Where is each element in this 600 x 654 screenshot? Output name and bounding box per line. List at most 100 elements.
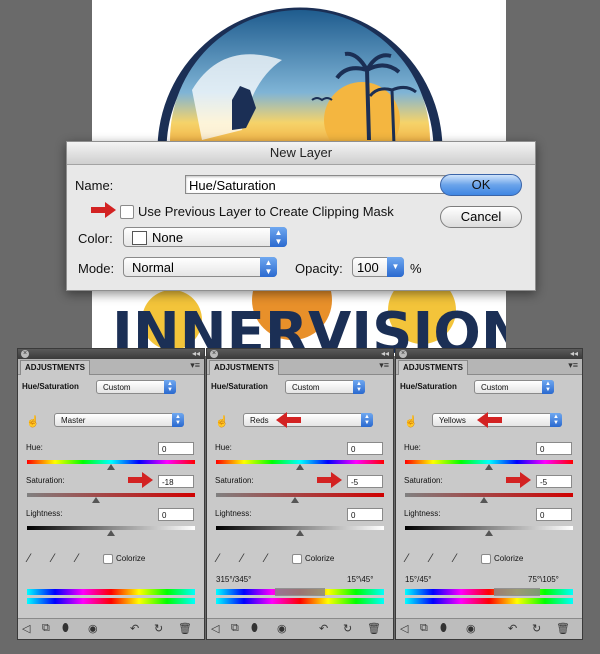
panel-footer: ◁ ⧉ ⬮ ◉ ↶ ↻ 🗑 [396,618,582,639]
lightness-label: Lightness: [26,509,63,518]
reset-icon[interactable]: ↻ [154,622,163,635]
lightness-input[interactable]: 0 [347,508,383,521]
preset-dropdown[interactable]: Custom ▲ ▼ [474,380,554,394]
hue-slider-thumb[interactable] [296,464,304,470]
eyedropper-minus-icon[interactable]: ⁄ [454,551,456,565]
panel-tabbar: ADJUSTMENTS ▾≡ [207,359,393,375]
colorize-checkbox[interactable] [481,554,491,564]
clip-icon[interactable]: ⬮ [62,622,69,635]
eyedropper-minus-icon[interactable]: ⁄ [76,551,78,565]
hue-slider-thumb[interactable] [485,464,493,470]
range-slider[interactable] [494,588,540,596]
visibility-eye-icon[interactable]: ◉ [277,622,287,635]
hue-input[interactable]: 0 [347,442,383,455]
saturation-slider-thumb[interactable] [92,497,100,503]
adjustments-panel-reds: × ◂◂ ADJUSTMENTS ▾≡ Hue/Saturation Custo… [206,348,394,640]
saturation-slider-track[interactable] [216,493,384,497]
view-icon[interactable]: ⧉ [42,622,50,635]
hue-label: Hue: [26,443,43,452]
colorize-checkbox[interactable] [292,554,302,564]
hue-label: Hue: [215,443,232,452]
targeted-adjustment-icon[interactable]: ☝ [26,415,40,428]
panel-menu-icon[interactable]: ▾≡ [379,360,389,371]
back-arrow-icon[interactable]: ◁ [22,622,30,635]
saturation-slider-track[interactable] [405,493,573,497]
clip-icon[interactable]: ⬮ [440,622,447,635]
close-icon[interactable]: × [21,350,29,358]
red-arrow-icon [317,472,342,488]
saturation-input[interactable]: -5 [347,475,383,488]
opacity-arrow-icon[interactable]: ▼ [387,257,404,277]
previous-state-icon[interactable]: ↶ [319,622,328,635]
back-arrow-icon[interactable]: ◁ [400,622,408,635]
channel-dropdown[interactable]: Reds ▲ ▼ [243,413,373,427]
lightness-label: Lightness: [215,509,252,518]
eyedropper-icon[interactable]: ⁄ [28,551,30,565]
range-right-label: 15°\45° [347,575,374,584]
preset-dropdown[interactable]: Custom ▲ ▼ [96,380,176,394]
saturation-slider-track[interactable] [27,493,195,497]
previous-state-icon[interactable]: ↶ [130,622,139,635]
dialog-title: New Layer [67,142,535,165]
opacity-field[interactable]: 100 ▼ [352,257,404,277]
color-swatch [132,231,147,245]
ok-button[interactable]: OK [440,174,522,196]
targeted-adjustment-icon[interactable]: ☝ [404,415,418,428]
preset-dropdown[interactable]: Custom ▲ ▼ [285,380,365,394]
targeted-adjustment-icon[interactable]: ☝ [215,415,229,428]
saturation-input[interactable]: -18 [158,475,194,488]
close-icon[interactable]: × [399,350,407,358]
tab-adjustments[interactable]: ADJUSTMENTS [20,360,91,375]
hue-input[interactable]: 0 [536,442,572,455]
visibility-eye-icon[interactable]: ◉ [88,622,98,635]
opacity-unit: % [410,261,422,276]
opacity-value: 100 [357,260,379,275]
eyedropper-plus-icon[interactable]: ⁄ [241,551,243,565]
tab-adjustments[interactable]: ADJUSTMENTS [398,360,469,375]
hue-slider-thumb[interactable] [107,464,115,470]
lightness-slider-thumb[interactable] [296,530,304,536]
lightness-slider-thumb[interactable] [107,530,115,536]
saturation-slider-thumb[interactable] [291,497,299,503]
trash-icon[interactable]: 🗑 [367,622,381,635]
collapse-icon[interactable]: ◂◂ [192,349,200,359]
eyedropper-icon[interactable]: ⁄ [406,551,408,565]
hue-input[interactable]: 0 [158,442,194,455]
reset-icon[interactable]: ↻ [343,622,352,635]
red-arrow-icon [506,472,531,488]
color-dropdown[interactable]: None ▲ ▼ [123,227,287,247]
mode-dropdown[interactable]: Normal ▲ ▼ [123,257,277,277]
dropdown-arrows-icon: ▲ ▼ [550,413,562,427]
close-icon[interactable]: × [210,350,218,358]
panel-menu-icon[interactable]: ▾≡ [568,360,578,371]
saturation-slider-thumb[interactable] [480,497,488,503]
eyedropper-plus-icon[interactable]: ⁄ [52,551,54,565]
lightness-slider-thumb[interactable] [485,530,493,536]
colorize-checkbox[interactable] [103,554,113,564]
saturation-input[interactable]: -5 [536,475,572,488]
eyedropper-icon[interactable]: ⁄ [217,551,219,565]
trash-icon[interactable]: 🗑 [178,622,192,635]
reset-icon[interactable]: ↻ [532,622,541,635]
view-icon[interactable]: ⧉ [420,622,428,635]
tab-adjustments[interactable]: ADJUSTMENTS [209,360,280,375]
channel-dropdown[interactable]: Master ▲ ▼ [54,413,184,427]
saturation-label: Saturation: [215,476,254,485]
eyedropper-plus-icon[interactable]: ⁄ [430,551,432,565]
eyedropper-minus-icon[interactable]: ⁄ [265,551,267,565]
lightness-input[interactable]: 0 [158,508,194,521]
visibility-eye-icon[interactable]: ◉ [466,622,476,635]
range-slider[interactable] [275,588,325,596]
collapse-icon[interactable]: ◂◂ [381,349,389,359]
panel-menu-icon[interactable]: ▾≡ [190,360,200,371]
lightness-input[interactable]: 0 [536,508,572,521]
collapse-icon[interactable]: ◂◂ [570,349,578,359]
cancel-button[interactable]: Cancel [440,206,522,228]
opacity-label: Opacity: [295,261,343,276]
clipping-mask-checkbox[interactable] [120,205,134,219]
clip-icon[interactable]: ⬮ [251,622,258,635]
previous-state-icon[interactable]: ↶ [508,622,517,635]
back-arrow-icon[interactable]: ◁ [211,622,219,635]
view-icon[interactable]: ⧉ [231,622,239,635]
trash-icon[interactable]: 🗑 [556,622,570,635]
